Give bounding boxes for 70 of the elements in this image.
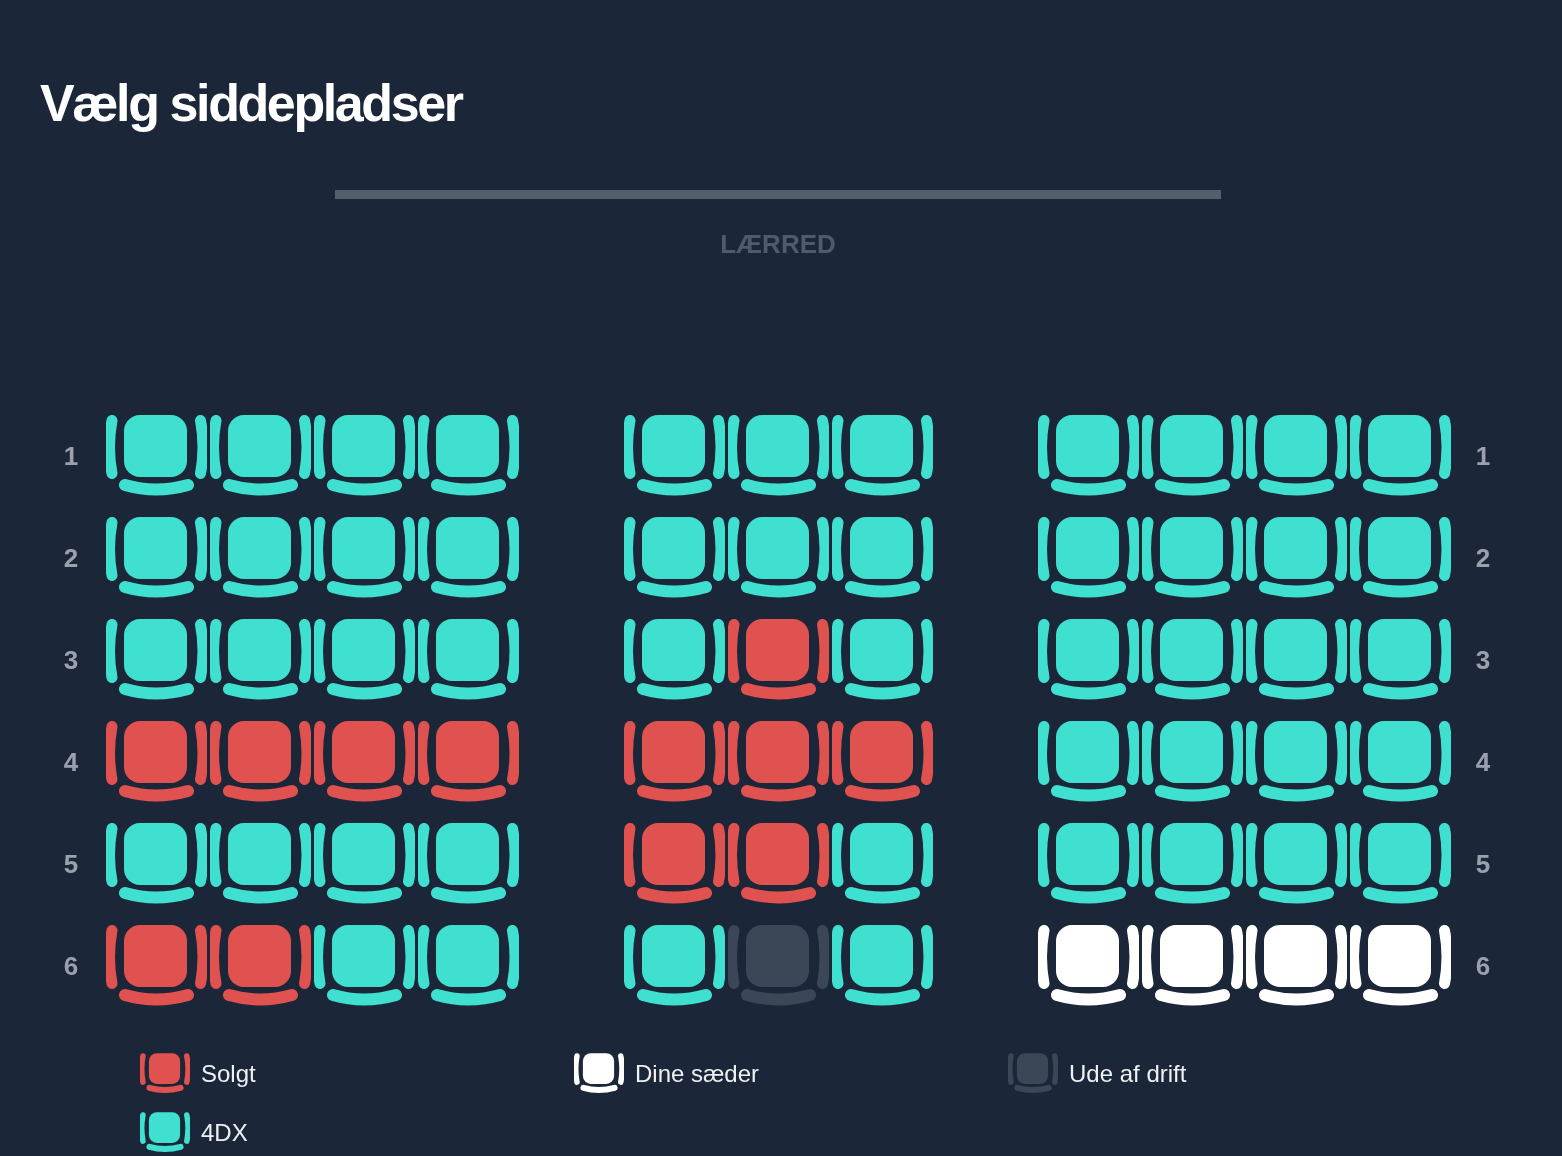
seat-icon[interactable] [1142,823,1243,905]
seat-icon[interactable] [210,619,311,701]
legend-label: Solgt [201,1059,256,1088]
seat-icon[interactable] [624,517,725,599]
row-number: 5 [63,849,79,879]
seat-icon[interactable] [832,823,933,905]
legend-label: Ude af drift [1069,1059,1187,1088]
seat-icon[interactable] [1350,619,1451,701]
seat-icon[interactable] [210,823,311,905]
seat-icon[interactable] [106,619,207,701]
seat-icon[interactable] [1038,619,1139,701]
row-number: 6 [63,951,79,981]
seat-icon[interactable] [1246,925,1347,1007]
seat-icon[interactable] [728,517,829,599]
row-number: 1 [63,441,79,471]
seat-icon[interactable] [1038,925,1139,1007]
seat-icon[interactable] [624,415,725,497]
seat-icon[interactable] [1038,721,1139,803]
seat-icon[interactable] [418,619,519,701]
legend-label: 4DX [201,1118,248,1147]
row-number: 1 [1475,441,1491,471]
seat-icon[interactable] [832,517,933,599]
row-number: 2 [63,543,79,573]
seat-icon[interactable] [314,415,415,497]
seat-icon[interactable] [314,619,415,701]
row-number: 4 [1475,747,1491,777]
seat-icon[interactable] [1038,823,1139,905]
seat-icon[interactable] [106,415,207,497]
seat-icon[interactable] [418,823,519,905]
row-number: 4 [63,747,79,777]
row-number: 6 [1475,951,1491,981]
seat-icon[interactable] [728,415,829,497]
seat-icon[interactable] [1246,823,1347,905]
seat-icon[interactable] [832,619,933,701]
seat-icon[interactable] [106,517,207,599]
seat-icon[interactable] [418,925,519,1007]
seat-icon[interactable] [1038,415,1139,497]
seat-icon[interactable] [418,415,519,497]
seat-icon[interactable] [832,925,933,1007]
seat-icon[interactable] [1350,823,1451,905]
seat-icon[interactable] [106,823,207,905]
seat-icon[interactable] [1246,619,1347,701]
row-number: 2 [1475,543,1491,573]
seat-icon[interactable] [1142,415,1243,497]
seat-icon[interactable] [314,823,415,905]
seat-icon[interactable] [210,415,311,497]
seat-icon[interactable] [418,517,519,599]
seat-icon[interactable] [1350,517,1451,599]
row-number: 3 [63,645,79,675]
seat-icon[interactable] [1350,721,1451,803]
row-number: 3 [1475,645,1491,675]
seat-icon[interactable] [1246,517,1347,599]
seat-icon[interactable] [1246,415,1347,497]
seat-icon[interactable] [1038,517,1139,599]
seat-icon[interactable] [1142,721,1243,803]
row-number: 5 [1475,849,1491,879]
page-title: Vælg siddepladser [40,73,462,133]
seat-icon[interactable] [624,925,725,1007]
seat-icon[interactable] [314,925,415,1007]
seat-icon[interactable] [1246,721,1347,803]
seat-icon[interactable] [1350,925,1451,1007]
seat-icon[interactable] [1142,925,1243,1007]
seat-icon[interactable] [624,619,725,701]
seat-icon[interactable] [1350,415,1451,497]
seat-icon[interactable] [314,517,415,599]
seat-icon[interactable] [832,415,933,497]
seat-icon[interactable] [1142,517,1243,599]
seat-icon[interactable] [210,517,311,599]
seat-icon[interactable] [1142,619,1243,701]
legend-label: Dine sæder [635,1059,760,1088]
